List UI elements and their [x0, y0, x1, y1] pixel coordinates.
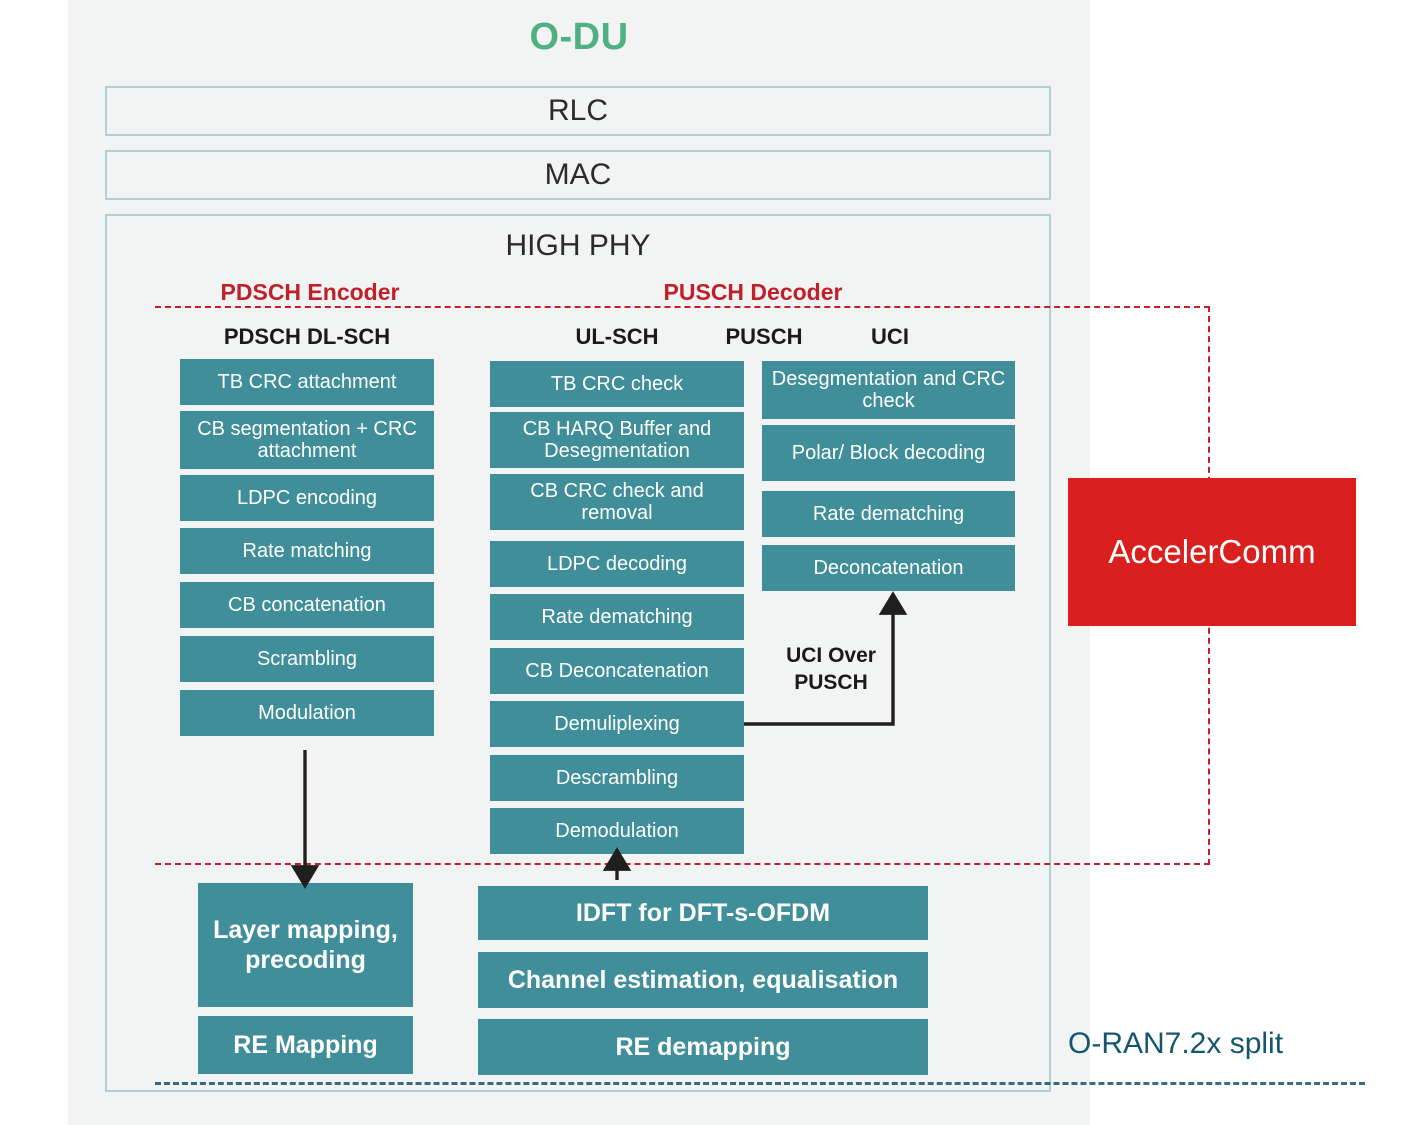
page-title: O-DU [529, 15, 629, 58]
process-box-channel-estimation-equalisation: Channel estimation, equalisation [478, 952, 928, 1008]
process-box-cb-concatenation: CB concatenation [180, 582, 434, 628]
column-header-uci: UCI [871, 324, 909, 349]
process-box-scrambling: Scrambling [180, 636, 434, 682]
process-box-layer-mapping-precoding: Layer mapping, precoding [198, 883, 413, 1007]
process-box-descrambling: Descrambling [490, 755, 744, 801]
oran-split-label: O-RAN7.2x split [1068, 1027, 1284, 1060]
section-header-pusch-decoder: PUSCH Decoder [663, 278, 843, 305]
section-header-pdsch-encoder: PDSCH Encoder [220, 278, 400, 305]
process-box-rate-dematching-uci: Rate dematching [762, 491, 1015, 537]
process-box-modulation: Modulation [180, 690, 434, 736]
process-box-deconcatenation: Deconcatenation [762, 545, 1015, 591]
process-box-ldpc-decoding: LDPC decoding [490, 541, 744, 587]
accelercomm-vendor-box: AccelerComm [1068, 478, 1356, 626]
process-box-demultiplexing: Demuliplexing [490, 701, 744, 747]
process-box-demodulation: Demodulation [490, 808, 744, 854]
process-box-idft-dft-s-ofdm: IDFT for DFT-s-OFDM [478, 886, 928, 940]
process-box-polar-block-decoding: Polar/ Block decoding [762, 425, 1015, 481]
process-box-ldpc-encoding: LDPC encoding [180, 475, 434, 521]
process-box-cb-segmentation-crc: CB segmentation + CRC attachment [180, 411, 434, 469]
process-box-cb-deconcatenation: CB Deconcatenation [490, 648, 744, 694]
process-box-tb-crc-attachment: TB CRC attachment [180, 359, 434, 405]
column-header-pdsch-dl-sch: PDSCH DL-SCH [223, 324, 391, 349]
uci-over-pusch-label: UCI Over PUSCH [786, 643, 876, 694]
process-box-tb-crc-check: TB CRC check [490, 361, 744, 407]
high-phy-title: HIGH PHY [505, 229, 651, 262]
oran-split-divider [155, 1082, 1365, 1085]
process-box-re-demapping: RE demapping [478, 1019, 928, 1075]
process-box-rate-matching: Rate matching [180, 528, 434, 574]
process-box-re-mapping: RE Mapping [198, 1016, 413, 1074]
process-box-rate-dematching-ulsch: Rate dematching [490, 594, 744, 640]
layer-box-rlc: RLC [105, 86, 1051, 136]
layer-box-mac: MAC [105, 150, 1051, 200]
process-box-desegmentation-crc-check: Desegmentation and CRC check [762, 361, 1015, 419]
process-box-cb-crc-check-removal: CB CRC check and removal [490, 474, 744, 530]
process-box-cb-harq-buffer: CB HARQ Buffer and Desegmentation [490, 412, 744, 468]
